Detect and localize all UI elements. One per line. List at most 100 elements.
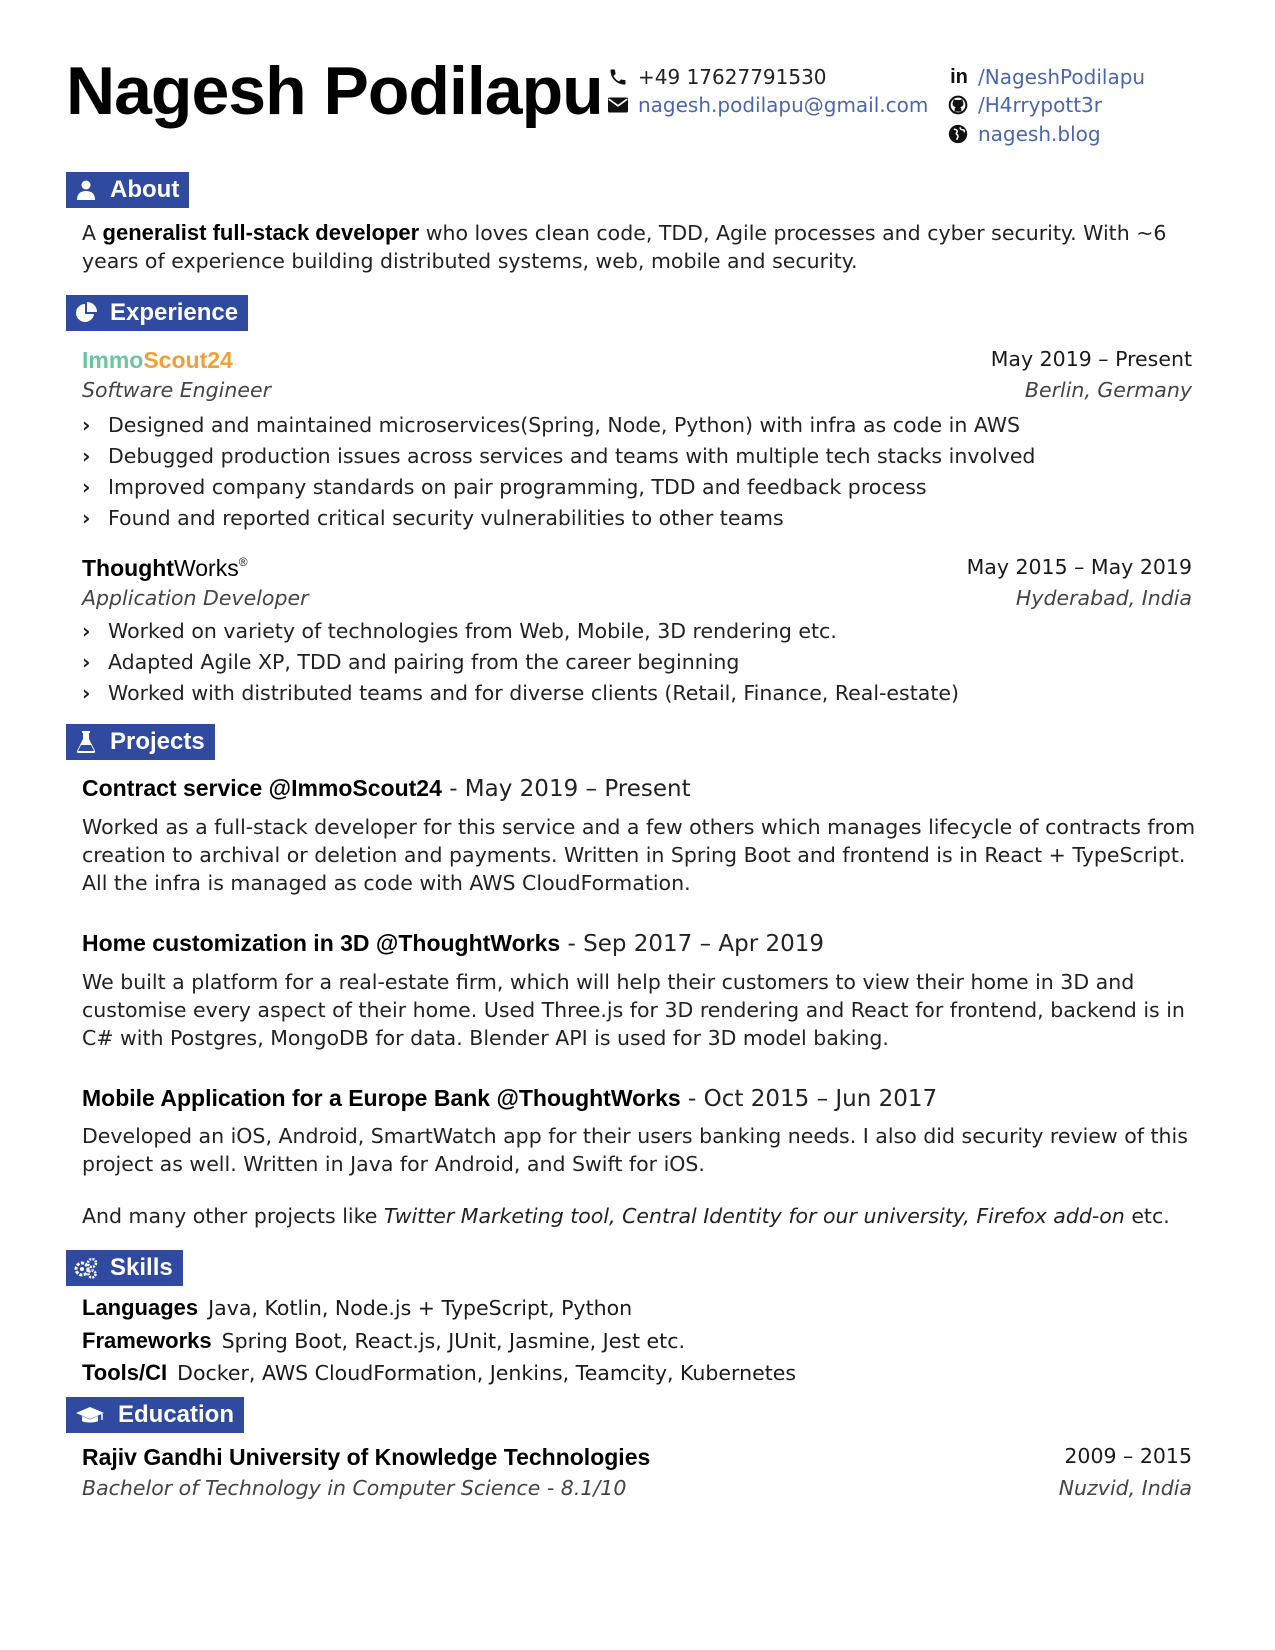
skill-label: Languages bbox=[82, 1295, 199, 1320]
flask-icon bbox=[74, 730, 98, 754]
email-link[interactable]: nagesh.podilapu@gmail.com bbox=[638, 93, 928, 117]
project-name: Contract service @ImmoScout24 bbox=[82, 775, 442, 801]
job-title: Software Engineer bbox=[82, 378, 271, 402]
other-projects: And many other projects like Twitter Mar… bbox=[82, 1202, 1202, 1230]
project-dates: - Sep 2017 – Apr 2019 bbox=[560, 931, 825, 957]
bullet-text: Worked with distributed teams and for di… bbox=[108, 681, 959, 705]
bullet-text: Improved company standards on pair progr… bbox=[108, 475, 927, 499]
github-link[interactable]: /H4rrypott3r bbox=[978, 93, 1102, 117]
job-bullets: › Worked on variety of technologies from … bbox=[82, 616, 959, 709]
resume-name: Nagesh Podilapu bbox=[66, 53, 604, 129]
list-item: › Adapted Agile XP, TDD and pairing from … bbox=[82, 647, 959, 678]
about-text-pre: A bbox=[82, 221, 103, 245]
skill-label: Frameworks bbox=[82, 1328, 212, 1353]
other-projects-post: etc. bbox=[1124, 1204, 1170, 1228]
list-item: › Worked on variety of technologies from … bbox=[82, 616, 959, 647]
job-location: Berlin, Germany bbox=[1024, 378, 1192, 402]
section-heading-label: Skills bbox=[110, 1254, 173, 1281]
user-icon bbox=[74, 178, 98, 202]
section-heading-about: About bbox=[66, 172, 190, 208]
bullet-text: Debugged production issues across servic… bbox=[108, 444, 1036, 468]
project-description: Developed an iOS, Android, SmartWatch ap… bbox=[82, 1124, 1188, 1176]
list-item: › Found and reported critical security vu… bbox=[82, 503, 1035, 534]
github-contact[interactable]: /H4rrypott3r bbox=[948, 93, 1102, 117]
job-header: ThoughtWorks® May 2015 – May 2019 bbox=[82, 555, 1192, 585]
section-heading-experience: Experience bbox=[66, 295, 249, 331]
list-item: › Improved company standards on pair prog… bbox=[82, 472, 1035, 503]
company-name-part1: Immo bbox=[82, 347, 144, 373]
project-name: Mobile Application for a Europe Bank @Th… bbox=[82, 1085, 681, 1111]
linkedin-icon: in bbox=[950, 65, 968, 88]
job-location: Hyderabad, India bbox=[1015, 586, 1192, 610]
list-item: › Debugged production issues across servi… bbox=[82, 441, 1035, 472]
job-bullets: › Designed and maintained microservices(S… bbox=[82, 410, 1035, 534]
list-item: › Designed and maintained microservices(S… bbox=[82, 410, 1035, 441]
school-name: Rajiv Gandhi University of Knowledge Tec… bbox=[82, 1444, 651, 1470]
section-heading-label: About bbox=[110, 176, 180, 203]
section-heading-label: Experience bbox=[110, 299, 239, 326]
chevron-right-icon: › bbox=[82, 475, 91, 499]
project-dates: - May 2019 – Present bbox=[441, 776, 691, 802]
skill-row: Tools/CI Docker, AWS CloudFormation, Jenk… bbox=[82, 1360, 796, 1386]
other-projects-list: Twitter Marketing tool, Central Identity… bbox=[383, 1204, 1125, 1228]
chevron-right-icon: › bbox=[82, 650, 91, 674]
job-subheader: Software Engineer Berlin, Germany bbox=[82, 378, 1192, 406]
section-heading-education: Education bbox=[66, 1397, 245, 1433]
project-description: Worked as a full-stack developer for thi… bbox=[82, 815, 1196, 895]
company-name-part2: Scout24 bbox=[143, 347, 233, 373]
job-subheader: Application Developer Hyderabad, India bbox=[82, 586, 1192, 614]
graduation-cap-icon bbox=[74, 1403, 106, 1427]
skill-row: Languages Java, Kotlin, Node.js + TypeScr… bbox=[82, 1295, 632, 1321]
github-icon bbox=[948, 95, 970, 115]
bullet-text: Adapted Agile XP, TDD and pairing from t… bbox=[108, 650, 740, 674]
list-item: › Worked with distributed teams and for d… bbox=[82, 678, 959, 709]
job-title: Application Developer bbox=[82, 586, 309, 610]
company-name-part2: Works bbox=[173, 555, 239, 581]
phone-number: +49 17627791530 bbox=[638, 65, 827, 89]
bullet-text: Designed and maintained microservices(Sp… bbox=[108, 413, 1021, 437]
website-contact[interactable]: nagesh.blog bbox=[948, 122, 1101, 146]
skill-value: Java, Kotlin, Node.js + TypeScript, Pyth… bbox=[208, 1296, 633, 1320]
company-name: ImmoScout24 bbox=[82, 347, 233, 374]
about-text: A generalist full-stack developer who lo… bbox=[82, 219, 1202, 275]
section-heading-label: Education bbox=[118, 1401, 235, 1428]
other-projects-pre: And many other projects like bbox=[82, 1204, 384, 1228]
email-contact[interactable]: nagesh.podilapu@gmail.com bbox=[608, 93, 928, 117]
about-text-bold: generalist full-stack developer bbox=[102, 220, 420, 245]
chevron-right-icon: › bbox=[82, 413, 91, 437]
section-heading-skills: Skills bbox=[66, 1250, 183, 1286]
degree: Bachelor of Technology in Computer Scien… bbox=[82, 1476, 627, 1500]
job-dates: May 2015 – May 2019 bbox=[966, 555, 1192, 579]
linkedin-contact[interactable]: in /NageshPodilapu bbox=[948, 65, 1145, 89]
education-location: Nuzvid, India bbox=[1058, 1476, 1192, 1500]
section-heading-label: Projects bbox=[110, 728, 205, 755]
project-title: Mobile Application for a Europe Bank @Th… bbox=[82, 1085, 937, 1112]
education-subheader: Bachelor of Technology in Computer Scien… bbox=[82, 1476, 1192, 1504]
cogs-icon bbox=[74, 1256, 98, 1280]
chevron-right-icon: › bbox=[82, 619, 91, 643]
phone-contact: +49 17627791530 bbox=[608, 65, 827, 89]
chevron-right-icon: › bbox=[82, 506, 91, 530]
bullet-text: Found and reported critical security vul… bbox=[108, 506, 784, 530]
education-dates: 2009 – 2015 bbox=[1064, 1444, 1192, 1468]
skill-label: Tools/CI bbox=[82, 1360, 168, 1385]
pie-chart-icon bbox=[74, 301, 98, 325]
project-dates: - Oct 2015 – Jun 2017 bbox=[680, 1086, 938, 1112]
website-link[interactable]: nagesh.blog bbox=[978, 122, 1101, 146]
job-header: ImmoScout24 May 2019 – Present bbox=[82, 347, 1192, 377]
skill-value: Spring Boot, React.js, JUnit, Jasmine, J… bbox=[221, 1329, 685, 1353]
project-description: We built a platform for a real-estate fi… bbox=[82, 970, 1185, 1050]
registered-mark: ® bbox=[238, 555, 248, 569]
linkedin-link[interactable]: /NageshPodilapu bbox=[978, 65, 1145, 89]
education-header: Rajiv Gandhi University of Knowledge Tec… bbox=[82, 1444, 1192, 1476]
skill-row: Frameworks Spring Boot, React.js, JUnit, … bbox=[82, 1328, 685, 1354]
globe-icon bbox=[948, 124, 970, 144]
project-name: Home customization in 3D @ThoughtWorks bbox=[82, 930, 561, 956]
chevron-right-icon: › bbox=[82, 681, 91, 705]
company-name: ThoughtWorks® bbox=[82, 555, 248, 582]
envelope-icon bbox=[608, 97, 630, 113]
section-heading-projects: Projects bbox=[66, 724, 215, 760]
company-name-part1: Thought bbox=[82, 555, 174, 581]
skill-value: Docker, AWS CloudFormation, Jenkins, Tea… bbox=[177, 1361, 797, 1385]
job-dates: May 2019 – Present bbox=[990, 347, 1192, 371]
